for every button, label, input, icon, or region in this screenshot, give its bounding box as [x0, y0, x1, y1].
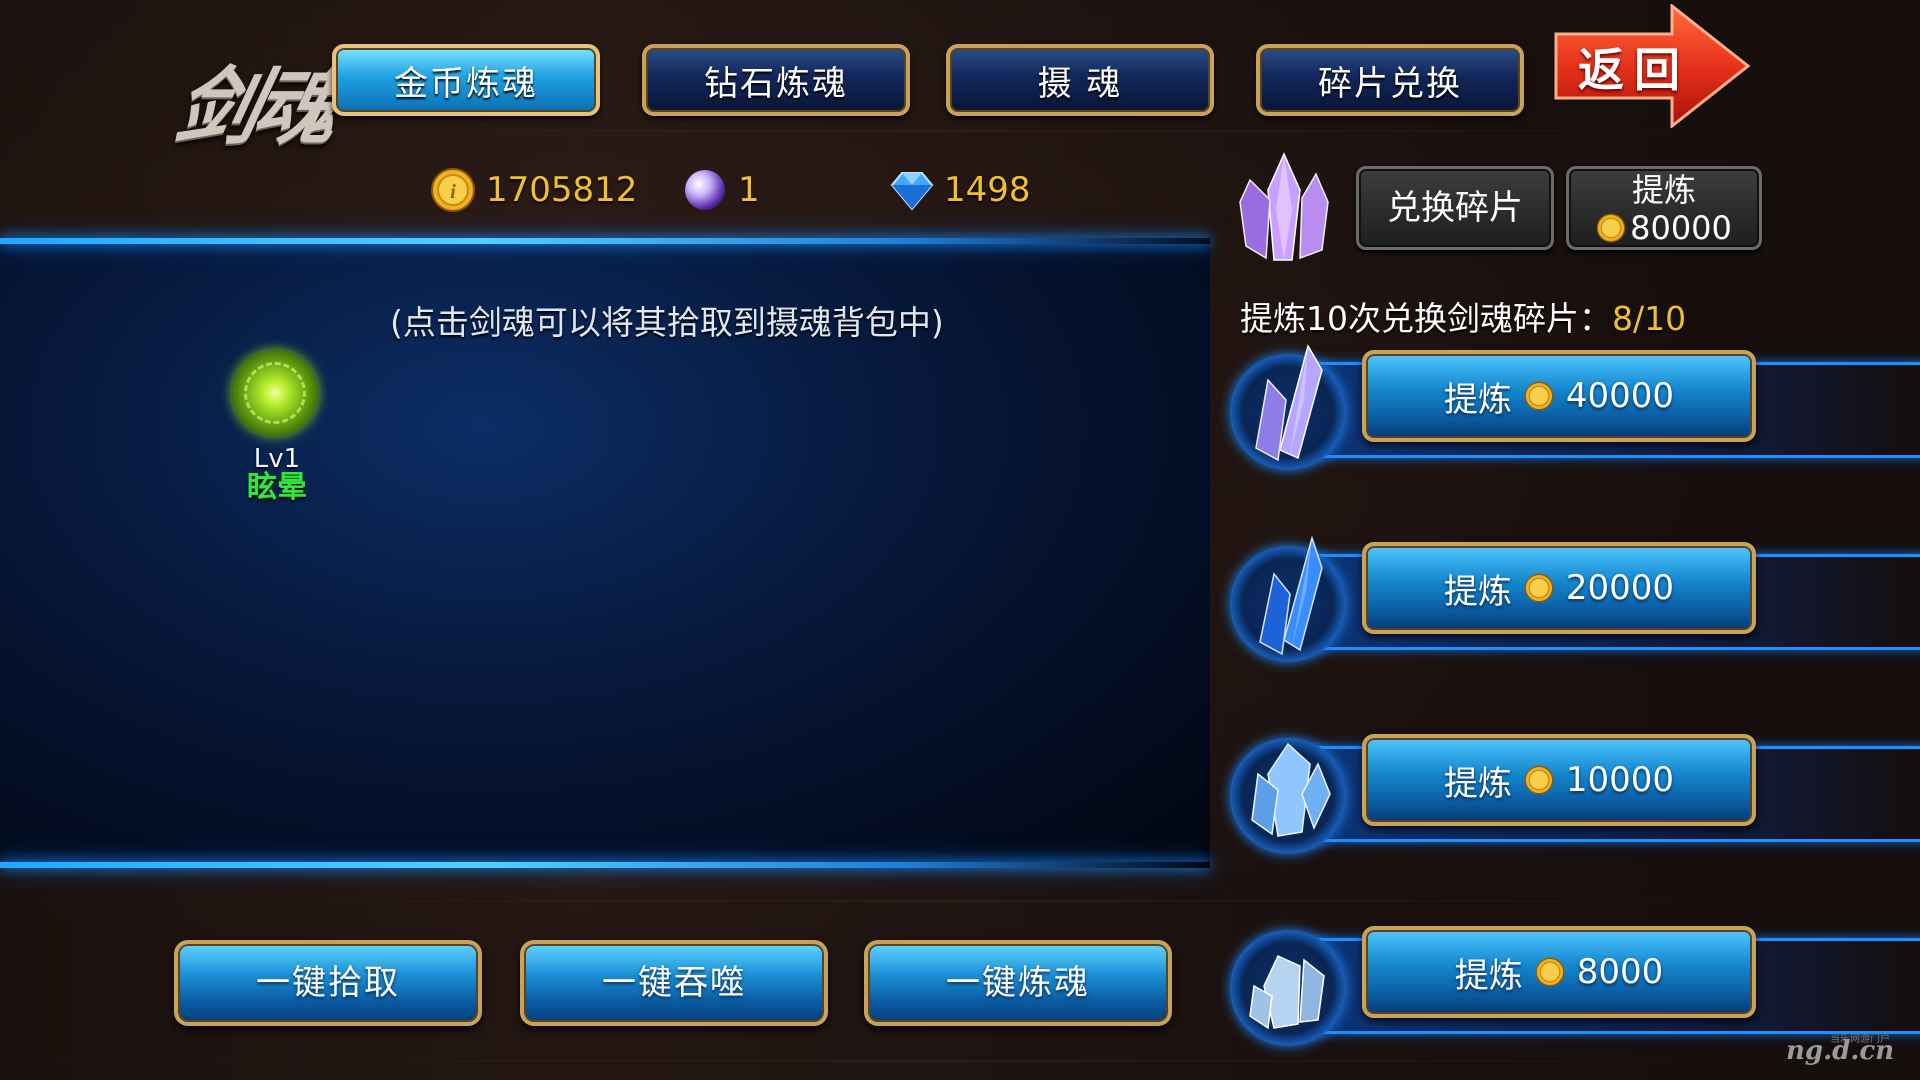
fragment-crystal-icon	[1230, 150, 1338, 268]
orb-amount: 1	[738, 170, 760, 210]
gold-amount: 1705812	[486, 170, 638, 210]
gold-coin-icon	[1524, 573, 1554, 603]
refine-cost: 8000	[1576, 952, 1664, 992]
tab-diamond-refine[interactable]: 钻石炼魂	[642, 44, 910, 116]
blue-crystal-icon	[1230, 535, 1346, 662]
panel-bottom-border	[0, 862, 1210, 868]
refine-row: 提炼 20000	[1230, 535, 1920, 662]
progress-label: 提炼10次兑换剑魂碎片：	[1240, 299, 1612, 338]
panel-top-border	[0, 238, 1210, 244]
refine-label: 提炼	[1454, 955, 1523, 996]
refine-label: 提炼	[1443, 763, 1512, 804]
tab-gold-refine[interactable]: 金币炼魂	[332, 44, 600, 116]
light-blue-crystal-icon	[1230, 738, 1346, 854]
return-label: 返回	[1578, 43, 1690, 97]
wood-grain	[0, 900, 1920, 902]
svg-text:i: i	[450, 181, 456, 203]
orb-currency: 1	[682, 162, 760, 218]
wood-grain	[0, 1060, 1920, 1062]
diamond-icon	[890, 172, 934, 211]
hint-text: (点击剑魂可以将其拾取到摄魂背包中)	[390, 303, 944, 342]
exchange-fragment-button[interactable]: 兑换碎片	[1356, 166, 1554, 250]
purple-crystal-icon	[1230, 344, 1346, 470]
refine-row: 提炼 40000	[1230, 344, 1920, 470]
refine-label: 提炼	[1631, 171, 1696, 209]
gold-coin-icon	[1596, 213, 1626, 243]
auto-refine-button[interactable]: 一键炼魂	[864, 940, 1172, 1026]
page-title: 剑魂	[166, 57, 344, 156]
diamond-amount: 1498	[944, 170, 1031, 210]
refine-button[interactable]: 提炼 40000	[1362, 350, 1756, 442]
auto-pickup-button[interactable]: 一键拾取	[174, 940, 482, 1026]
gold-coin-icon	[1524, 381, 1554, 411]
watermark: ng.d.cn	[1786, 1036, 1895, 1066]
soul-name: 眩晕	[247, 470, 307, 505]
refine-cost: 80000	[1569, 209, 1759, 247]
soul-orb-icon	[232, 350, 318, 436]
refine-button[interactable]: 提炼 20000	[1362, 542, 1756, 634]
auto-devour-button[interactable]: 一键吞噬	[520, 940, 828, 1026]
tab-fragment-exchange[interactable]: 碎片兑换	[1256, 44, 1524, 116]
gold-coin-icon	[1524, 765, 1554, 795]
refine-button[interactable]: 提炼 8000	[1362, 926, 1756, 1018]
pale-blue-crystal-icon	[1230, 930, 1346, 1046]
refine-label: 提炼	[1443, 571, 1512, 612]
refine-cost: 10000	[1565, 760, 1675, 800]
gold-coin-icon: i	[431, 168, 475, 212]
tab-capture-soul[interactable]: 摄 魂	[946, 44, 1214, 116]
gold-coin-icon	[1535, 957, 1565, 987]
sword-soul-item[interactable]: Lv1 眩晕	[232, 350, 322, 504]
return-button[interactable]: 返回	[1552, 4, 1752, 128]
refine-cost-value: 80000	[1630, 209, 1732, 247]
refine-progress: 提炼10次兑换剑魂碎片：8/10	[1240, 292, 1686, 340]
gold-currency: i 1705812	[430, 162, 637, 218]
refine-cost: 20000	[1565, 568, 1675, 608]
soul-level: Lv1	[253, 444, 301, 474]
diamond-currency: 1498	[888, 162, 1031, 218]
refine-row: 提炼 10000	[1230, 728, 1920, 854]
refine-button[interactable]: 提炼 10000	[1362, 734, 1756, 826]
game-screen: 剑魂 金币炼魂 钻石炼魂 摄 魂 碎片兑换 返回 i 1705812 1 149…	[0, 0, 1920, 1080]
progress-value: 8/10	[1612, 299, 1687, 338]
refine-cost: 40000	[1565, 376, 1675, 416]
refine-label: 提炼	[1443, 379, 1512, 420]
soul-orb-icon	[685, 170, 725, 210]
refine-80000-button[interactable]: 提炼 80000	[1566, 166, 1762, 250]
refine-row: 提炼 8000	[1230, 920, 1920, 1046]
